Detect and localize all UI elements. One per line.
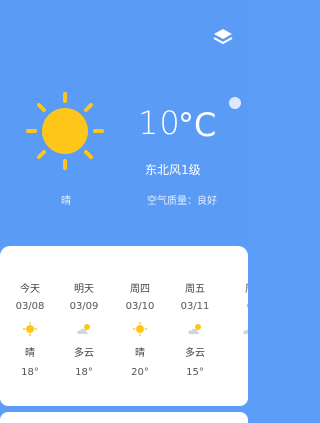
temperature-value: 10 xyxy=(138,104,181,142)
wind-info: 东北风1级 xyxy=(145,163,201,177)
forecast-date: 03/09 xyxy=(69,301,99,312)
forecast-day-name: 周 xyxy=(226,280,248,295)
forecast-day-name: 周五 xyxy=(185,284,205,295)
forecast-day-name: 周四 xyxy=(130,284,150,295)
cloud-sun-icon xyxy=(243,328,248,334)
forecast-date: 03/10 xyxy=(125,301,155,312)
sun-icon xyxy=(22,322,38,336)
forecast-temp: 18° xyxy=(21,367,39,378)
cloud-sun-icon xyxy=(188,324,201,334)
forecast-condition: 晴 xyxy=(25,348,35,359)
forecast-temp: 20° xyxy=(131,367,149,378)
air-quality: 空气质量：良好 xyxy=(147,196,217,207)
next-card-edge xyxy=(0,412,248,423)
forecast-card: 今天 03/08 晴 18° 明天 03/09 多云 18° 周四 03/10 xyxy=(0,246,248,406)
forecast-temp: 15° xyxy=(186,367,204,378)
sun-icon xyxy=(132,322,148,336)
forecast-date: 03/11 xyxy=(180,301,210,312)
forecast-temp: 18° xyxy=(75,367,93,378)
forecast-condition: 多云 xyxy=(185,348,205,359)
temperature: 10 xyxy=(138,103,181,149)
layers-icon[interactable] xyxy=(212,26,234,48)
forecast-condition: 晴 xyxy=(135,348,145,359)
forecast-date: 03/08 xyxy=(15,301,45,312)
forecast-condition: 多云 xyxy=(74,348,94,359)
temperature-unit: °C xyxy=(178,106,217,144)
unit-toggle-dot[interactable] xyxy=(229,97,241,109)
cloud-sun-icon xyxy=(77,324,90,334)
forecast-day-name: 明天 xyxy=(74,284,94,295)
weather-description: 晴 xyxy=(61,196,71,207)
forecast-date: 0 xyxy=(226,301,248,312)
sun-icon xyxy=(26,92,104,170)
forecast-day-name: 今天 xyxy=(20,284,40,295)
